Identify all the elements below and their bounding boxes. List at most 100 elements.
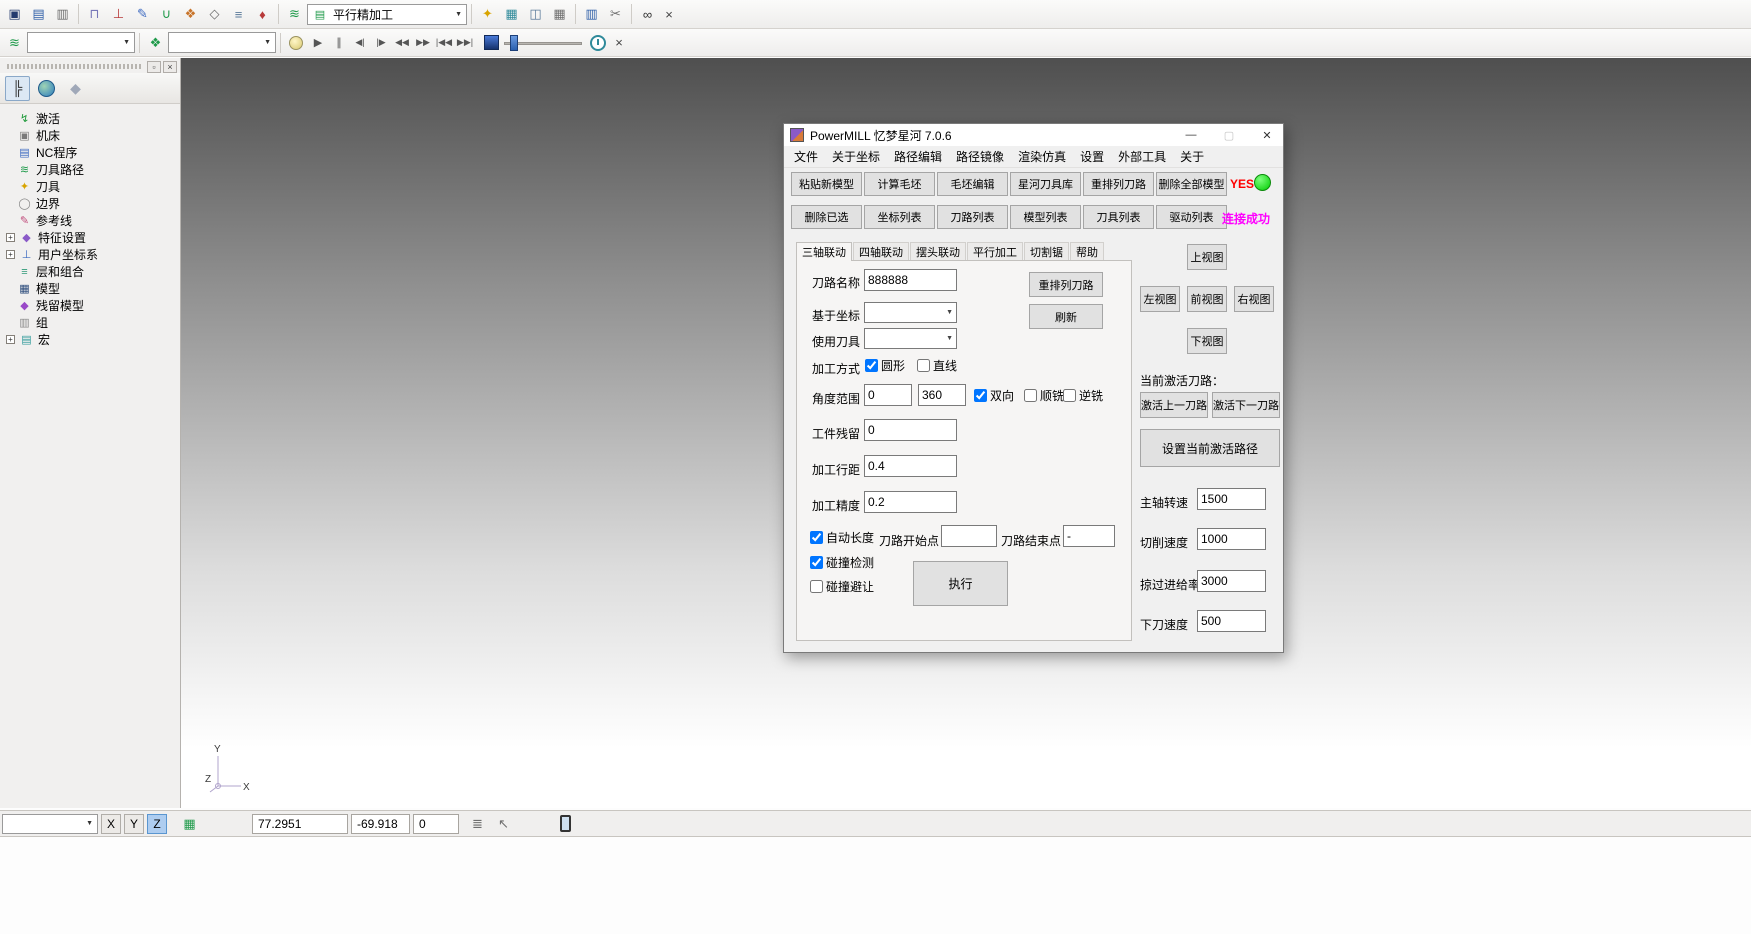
collision-avoid-checkbox[interactable]: 碰撞避让 — [810, 578, 874, 595]
tree-item-workplanes[interactable]: +⊥用户坐标系 — [4, 246, 180, 263]
tree-item-models[interactable]: ▦模型 — [4, 280, 180, 297]
toolpath-icon[interactable]: ≋ — [283, 3, 306, 26]
refresh-button[interactable]: 刷新 — [1029, 304, 1103, 329]
coord-select[interactable]: ▼ — [864, 302, 957, 323]
axis-y-button[interactable]: Y — [124, 814, 144, 834]
tree-item-stock-models[interactable]: ◆残留模型 — [4, 297, 180, 314]
tolerance-input[interactable] — [864, 491, 957, 513]
plunge-feed-input[interactable] — [1197, 610, 1266, 632]
pane-float-icon[interactable]: ▫ — [147, 61, 161, 73]
step-forward-icon[interactable]: |▶ — [371, 33, 391, 53]
stock-input[interactable] — [864, 419, 957, 441]
view-left-button[interactable]: 左视图 — [1140, 286, 1180, 312]
menu-item-render-sim[interactable]: 渲染仿真 — [1011, 145, 1073, 168]
shield-icon[interactable]: ◆ — [63, 76, 88, 101]
toolpath-select[interactable]: ▼ — [27, 32, 135, 53]
menu-item-external-tools[interactable]: 外部工具 — [1111, 145, 1173, 168]
delete-selected-button[interactable]: 删除已选 — [791, 205, 862, 229]
delete-all-models-button[interactable]: 删除全部模型 — [1156, 172, 1227, 196]
tree-item-feature-sets[interactable]: +◆特征设置 — [4, 229, 180, 246]
tree-item-machine[interactable]: ▣机床 — [4, 127, 180, 144]
coord-z-field[interactable]: 0 — [413, 814, 459, 834]
expand-icon[interactable]: + — [6, 233, 15, 242]
tab-parallel[interactable]: 平行加工 — [967, 242, 1023, 260]
axis-x-button[interactable]: X — [101, 814, 121, 834]
menu-item-settings[interactable]: 设置 — [1073, 145, 1111, 168]
execute-button[interactable]: 执行 — [913, 561, 1008, 606]
coord-x-field[interactable]: 77.2951 — [252, 814, 348, 834]
play-icon[interactable]: ▶ — [308, 33, 328, 53]
model-list-button[interactable]: 模型列表 — [1010, 205, 1081, 229]
coord-list-button[interactable]: 坐标列表 — [864, 205, 935, 229]
angle-to-input[interactable] — [918, 384, 966, 406]
step-back-icon[interactable]: ◀| — [350, 33, 370, 53]
calc-block-button[interactable]: 计算毛坯 — [864, 172, 935, 196]
explorer-pane-grip[interactable]: ▫ × — [0, 58, 180, 73]
circle-checkbox[interactable]: 圆形 — [865, 357, 905, 374]
pause-icon[interactable]: ∥ — [329, 33, 349, 53]
minimize-button[interactable]: — — [1175, 125, 1207, 146]
tool-icon[interactable]: ♦ — [251, 3, 274, 26]
dialog-titlebar[interactable]: PowerMILL 忆梦星河 7.0.6 — ▢ ✕ — [784, 124, 1283, 146]
next-toolpath-button[interactable]: 激活下一刀路 — [1212, 392, 1280, 418]
collision-avoid-checkbox-input[interactable] — [810, 580, 823, 593]
skim-feed-input[interactable] — [1197, 570, 1266, 592]
circle-checkbox-input[interactable] — [865, 359, 878, 372]
bidirectional-checkbox-input[interactable] — [974, 389, 987, 402]
find-icon[interactable]: ∞ — [636, 3, 659, 26]
toolbar-close-icon[interactable]: × — [610, 34, 628, 52]
menu-item-path-mirror[interactable]: 路径镜像 — [949, 145, 1011, 168]
prev-toolpath-button[interactable]: 激活上一刀路 — [1140, 392, 1208, 418]
toolbar-close-icon[interactable]: × — [660, 5, 678, 23]
block-edit-button[interactable]: 毛坯编辑 — [937, 172, 1008, 196]
angle-from-input[interactable] — [864, 384, 912, 406]
clipping-icon[interactable]: ✂ — [604, 3, 627, 26]
grid-icon[interactable]: ▦ — [178, 812, 201, 835]
rearrange-button[interactable]: 重排列刀路 — [1029, 272, 1103, 297]
tree-item-groups[interactable]: ▥组 — [4, 314, 180, 331]
menu-item-file[interactable]: 文件 — [787, 145, 825, 168]
rearrange-toolpaths-button[interactable]: 重排列刀路 — [1083, 172, 1154, 196]
tree-item-nc-programs[interactable]: ▤NC程序 — [4, 144, 180, 161]
tree-item-activate[interactable]: ↯激活 — [4, 110, 180, 127]
view-select[interactable]: ▼ — [2, 814, 98, 834]
cutting-feed-input[interactable] — [1197, 528, 1266, 550]
simulate-light-icon[interactable] — [289, 36, 303, 50]
stats-icon[interactable]: ▥ — [580, 3, 603, 26]
bidirectional-checkbox[interactable]: 双向 — [974, 387, 1014, 404]
axis-z-button[interactable]: Z — [147, 814, 167, 834]
tab-saw[interactable]: 切割锯 — [1024, 242, 1069, 260]
conventional-checkbox[interactable]: 逆铣 — [1063, 387, 1103, 404]
tree-item-tools[interactable]: ✦刀具 — [4, 178, 180, 195]
menu-item-path-edit[interactable]: 路径编辑 — [887, 145, 949, 168]
tree-item-boundaries[interactable]: ◯边界 — [4, 195, 180, 212]
conventional-checkbox-input[interactable] — [1063, 389, 1076, 402]
pattern-pen-icon[interactable]: ✎ — [131, 3, 154, 26]
rewind-icon[interactable]: ◀◀ — [392, 33, 412, 53]
view-front-button[interactable]: 前视图 — [1187, 286, 1227, 312]
graph-icon[interactable]: ▦ — [500, 3, 523, 26]
slider-handle[interactable] — [510, 35, 518, 51]
view-bottom-button[interactable]: 下视图 — [1187, 328, 1227, 354]
tree-item-patterns[interactable]: ✎参考线 — [4, 212, 180, 229]
auto-length-checkbox[interactable]: 自动长度 — [810, 529, 874, 546]
climb-checkbox-input[interactable] — [1024, 389, 1037, 402]
tree-item-levels[interactable]: ≡层和组合 — [4, 263, 180, 280]
save-icon[interactable]: ▤ — [27, 3, 50, 26]
tool-select[interactable]: ▼ — [168, 32, 276, 53]
simulation-speed-slider[interactable] — [504, 34, 582, 52]
block-calc-icon[interactable]: ◫ — [524, 3, 547, 26]
pane-close-icon[interactable]: × — [163, 61, 177, 73]
tree-item-toolpaths[interactable]: ≋刀具路径 — [4, 161, 180, 178]
collision-check-checkbox[interactable]: 碰撞检测 — [810, 554, 874, 571]
set-active-path-button[interactable]: 设置当前激活路径 — [1140, 429, 1280, 467]
levels-icon[interactable]: ≡ — [227, 3, 250, 26]
auto-length-checkbox-input[interactable] — [810, 531, 823, 544]
line-checkbox[interactable]: 直线 — [917, 357, 957, 374]
start-point-input[interactable] — [941, 525, 997, 547]
tool-select[interactable]: ▼ — [864, 328, 957, 349]
calculator-icon[interactable]: ▦ — [548, 3, 571, 26]
new-model-icon[interactable]: ▣ — [3, 3, 26, 26]
close-button[interactable]: ✕ — [1251, 125, 1283, 146]
tool-library-button[interactable]: 星河刀具库 — [1010, 172, 1081, 196]
